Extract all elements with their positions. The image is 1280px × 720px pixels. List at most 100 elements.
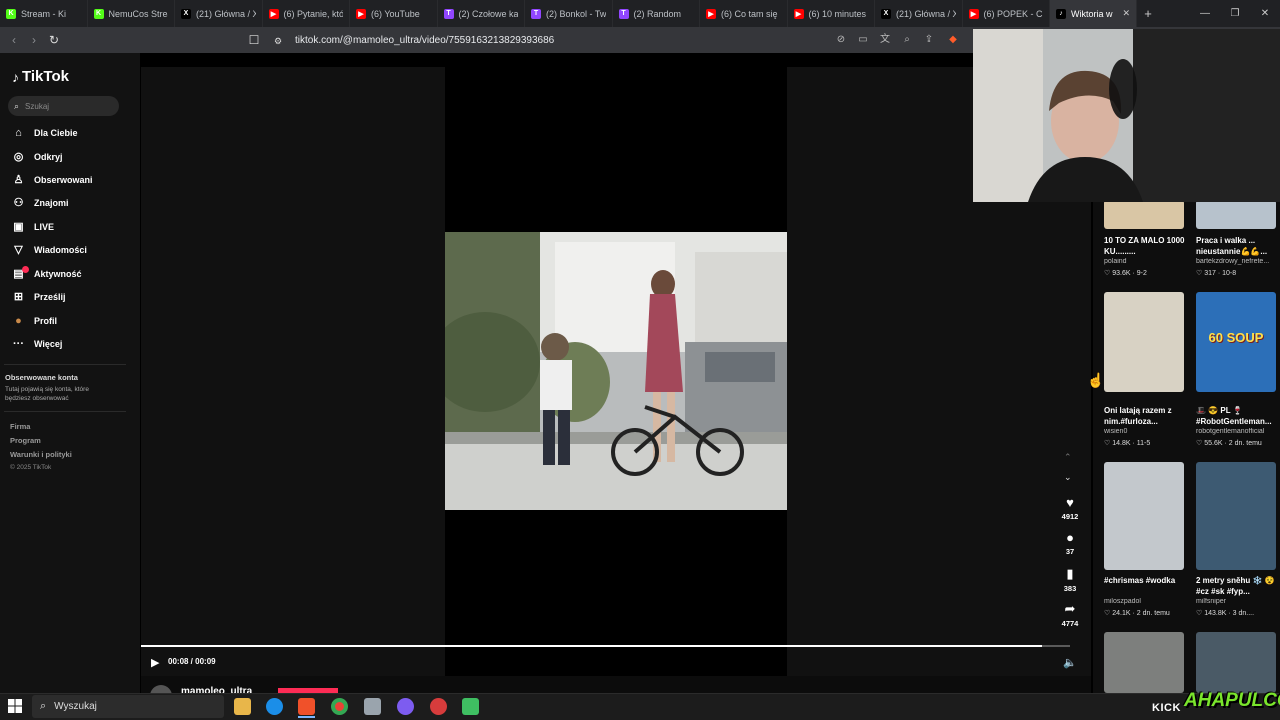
copyright: © 2025 TikTok bbox=[10, 464, 52, 471]
sidebar-item-obserwowani[interactable]: ♙ Obserwowani bbox=[12, 172, 93, 188]
tab-label: (2) Random bbox=[633, 8, 682, 19]
forward-icon[interactable]: › bbox=[26, 32, 42, 48]
search-placeholder: Szukaj bbox=[25, 101, 50, 111]
related-video-thumbnail[interactable] bbox=[1104, 200, 1184, 229]
sidebar-item-wi-cej[interactable]: ··· Więcej bbox=[12, 336, 62, 352]
bookmark-page-icon[interactable]: ☐ bbox=[246, 32, 262, 48]
kick-watermark: KICK bbox=[1152, 702, 1181, 714]
related-video-thumbnail[interactable] bbox=[1196, 632, 1276, 693]
tiktok-note-icon: ♪ bbox=[12, 68, 19, 85]
search-input[interactable]: ⌕ Szukaj bbox=[8, 96, 119, 116]
browser-tab[interactable]: X (21) Główna / X bbox=[175, 0, 263, 27]
related-video-author[interactable]: polaind bbox=[1104, 258, 1186, 265]
related-video-title[interactable]: 10 TO ZA MALO 1000 KU......... bbox=[1104, 235, 1186, 257]
browser-tab[interactable]: ▶ (6) POPEK - CR bbox=[963, 0, 1050, 27]
browser-tab[interactable]: ▶ (6) Pytanie, któ bbox=[263, 0, 350, 27]
play-icon[interactable]: ▶ bbox=[151, 656, 159, 669]
browser-tab[interactable]: T (2) Bonkol - Tw bbox=[525, 0, 613, 27]
windows-start-icon[interactable] bbox=[8, 699, 22, 713]
tiktok-logo[interactable]: ♪ TikTok bbox=[12, 68, 69, 85]
volume-icon[interactable]: 🔈 bbox=[1063, 656, 1077, 669]
reload-icon[interactable]: ↻ bbox=[46, 32, 62, 48]
related-video-title[interactable]: Praca i walka ... nieustannie💪💪... bbox=[1196, 235, 1278, 257]
more-icon: ··· bbox=[13, 337, 24, 350]
url-field[interactable]: tiktok.com/@mamoleo_ultra/video/75591632… bbox=[295, 33, 975, 48]
share-page-icon[interactable]: ⇪ bbox=[922, 33, 936, 47]
translate-icon[interactable]: 文 bbox=[878, 33, 892, 47]
share-icon: ➦ bbox=[1064, 601, 1076, 616]
related-video-thumbnail[interactable] bbox=[1196, 200, 1276, 229]
browser-tab[interactable]: K Stream - Ki bbox=[0, 0, 88, 27]
comment-icon: ● bbox=[1066, 530, 1074, 545]
close-window-icon[interactable]: ✕ bbox=[1250, 8, 1280, 19]
app-icon[interactable] bbox=[462, 698, 479, 715]
browser-tab[interactable]: X (21) Główna / X bbox=[875, 0, 963, 27]
webcam-overlay bbox=[973, 29, 1280, 202]
related-video-author[interactable]: robotgentlemanofficial bbox=[1196, 428, 1278, 435]
progress-fill[interactable] bbox=[141, 645, 1043, 647]
related-video-author[interactable]: miloszpadol bbox=[1104, 598, 1186, 605]
browser-tab[interactable]: ▶ (6) YouTube bbox=[350, 0, 438, 27]
related-video-title[interactable]: Oni latają razem z nim.#furloza... bbox=[1104, 405, 1186, 427]
related-video-author[interactable]: milfsniper bbox=[1196, 598, 1278, 605]
related-video-thumbnail[interactable] bbox=[1104, 462, 1184, 570]
related-video-author[interactable]: bartekzdrowy_nefrete... bbox=[1196, 258, 1278, 265]
sidebar-item-prze-lij[interactable]: ⊞ Prześlij bbox=[12, 289, 66, 305]
brave-shield-icon[interactable]: ◆ bbox=[946, 33, 960, 47]
sidebar-item-profil[interactable]: ● Profil bbox=[12, 313, 57, 329]
related-video-title[interactable]: 🎩 😎 PL 🍷 #RobotGentleman... bbox=[1196, 405, 1278, 427]
close-tab-icon[interactable]: ✕ bbox=[1122, 8, 1130, 19]
bookmark-action[interactable]: ▮ 383 bbox=[1060, 566, 1080, 593]
related-video-stats: ♡ 24.1K · 2 dn. temu bbox=[1104, 610, 1170, 617]
related-video-thumbnail[interactable] bbox=[1196, 462, 1276, 570]
heart-action[interactable]: ♥ 4912 bbox=[1060, 495, 1080, 521]
chevron-down-icon[interactable]: ⌄ bbox=[1064, 472, 1072, 483]
browser-tab[interactable]: T (2) Random bbox=[613, 0, 700, 27]
related-video-stats: ♡ 14.8K · 11-5 bbox=[1104, 440, 1151, 447]
browser-tab[interactable]: T (2) Czołowe ka bbox=[438, 0, 525, 27]
footer-link-terms[interactable]: Warunki i polityki bbox=[10, 450, 72, 459]
sidebar-item-label: Dla Ciebie bbox=[34, 128, 78, 138]
discord-icon[interactable] bbox=[397, 698, 414, 715]
browser-tab[interactable]: ♪ Wiktoria w ✕ bbox=[1050, 0, 1137, 27]
browser-tab[interactable]: ▶ (6) 10 minutes bbox=[788, 0, 875, 27]
sidebar-item-dla-ciebie[interactable]: ⌂ Dla Ciebie bbox=[12, 125, 78, 141]
taskbar-search[interactable]: ⌕ Wyszukaj bbox=[32, 695, 224, 718]
video-scene-image bbox=[445, 232, 787, 510]
new-tab-button[interactable]: + bbox=[1137, 6, 1159, 21]
comment-action[interactable]: ● 37 bbox=[1060, 530, 1080, 556]
footer-link-program[interactable]: Program bbox=[10, 436, 41, 445]
minimize-icon[interactable]: — bbox=[1190, 8, 1220, 19]
maximize-icon[interactable]: ❐ bbox=[1220, 8, 1250, 19]
zoom-icon[interactable]: ⌕ bbox=[900, 33, 914, 47]
related-video-title[interactable]: #chrismas #wodka bbox=[1104, 575, 1186, 586]
obs-icon[interactable] bbox=[430, 698, 447, 715]
site-info-icon[interactable]: ⚙ bbox=[272, 33, 284, 49]
reader-off-icon[interactable]: ⊘ bbox=[834, 33, 848, 47]
chevron-up-icon[interactable]: ⌃ bbox=[1064, 452, 1072, 463]
related-video-thumbnail[interactable] bbox=[1104, 632, 1184, 693]
cast-icon[interactable]: ▭ bbox=[856, 33, 870, 47]
browser-tab[interactable]: K NemuCos Strea bbox=[88, 0, 175, 27]
related-video-author[interactable]: wisien0 bbox=[1104, 428, 1186, 435]
related-video-title[interactable]: 2 metry sněhu ❄️ 😵 #cz #sk #fyp... bbox=[1196, 575, 1278, 597]
edge-icon[interactable] bbox=[266, 698, 283, 715]
video-frame[interactable] bbox=[445, 232, 787, 510]
chrome-icon[interactable] bbox=[331, 698, 348, 715]
sidebar-item-odkryj[interactable]: ◎ Odkryj bbox=[12, 149, 63, 165]
sidebar-item-label: Prześlij bbox=[34, 292, 66, 302]
sidebar-item-live[interactable]: ▣ LIVE bbox=[12, 219, 54, 235]
followed-accounts-title: Obserwowane konta bbox=[5, 373, 78, 382]
x-icon: X bbox=[881, 8, 891, 19]
app-icon[interactable] bbox=[364, 698, 381, 715]
file-explorer-icon[interactable] bbox=[234, 698, 251, 715]
sidebar-item-wiadomo-ci[interactable]: ▽ Wiadomości bbox=[12, 242, 87, 258]
share-action[interactable]: ➦ 4774 bbox=[1060, 601, 1080, 628]
footer-link-company[interactable]: Firma bbox=[10, 422, 30, 431]
related-video-thumbnail[interactable] bbox=[1104, 292, 1184, 392]
user-plus-icon: ♙ bbox=[13, 173, 24, 186]
browser-tab[interactable]: ▶ (6) Co tam się bbox=[700, 0, 788, 27]
sidebar-item-znajomi[interactable]: ⚇ Znajomi bbox=[12, 195, 69, 211]
brave-icon[interactable] bbox=[298, 698, 315, 715]
back-icon[interactable]: ‹ bbox=[6, 32, 22, 48]
